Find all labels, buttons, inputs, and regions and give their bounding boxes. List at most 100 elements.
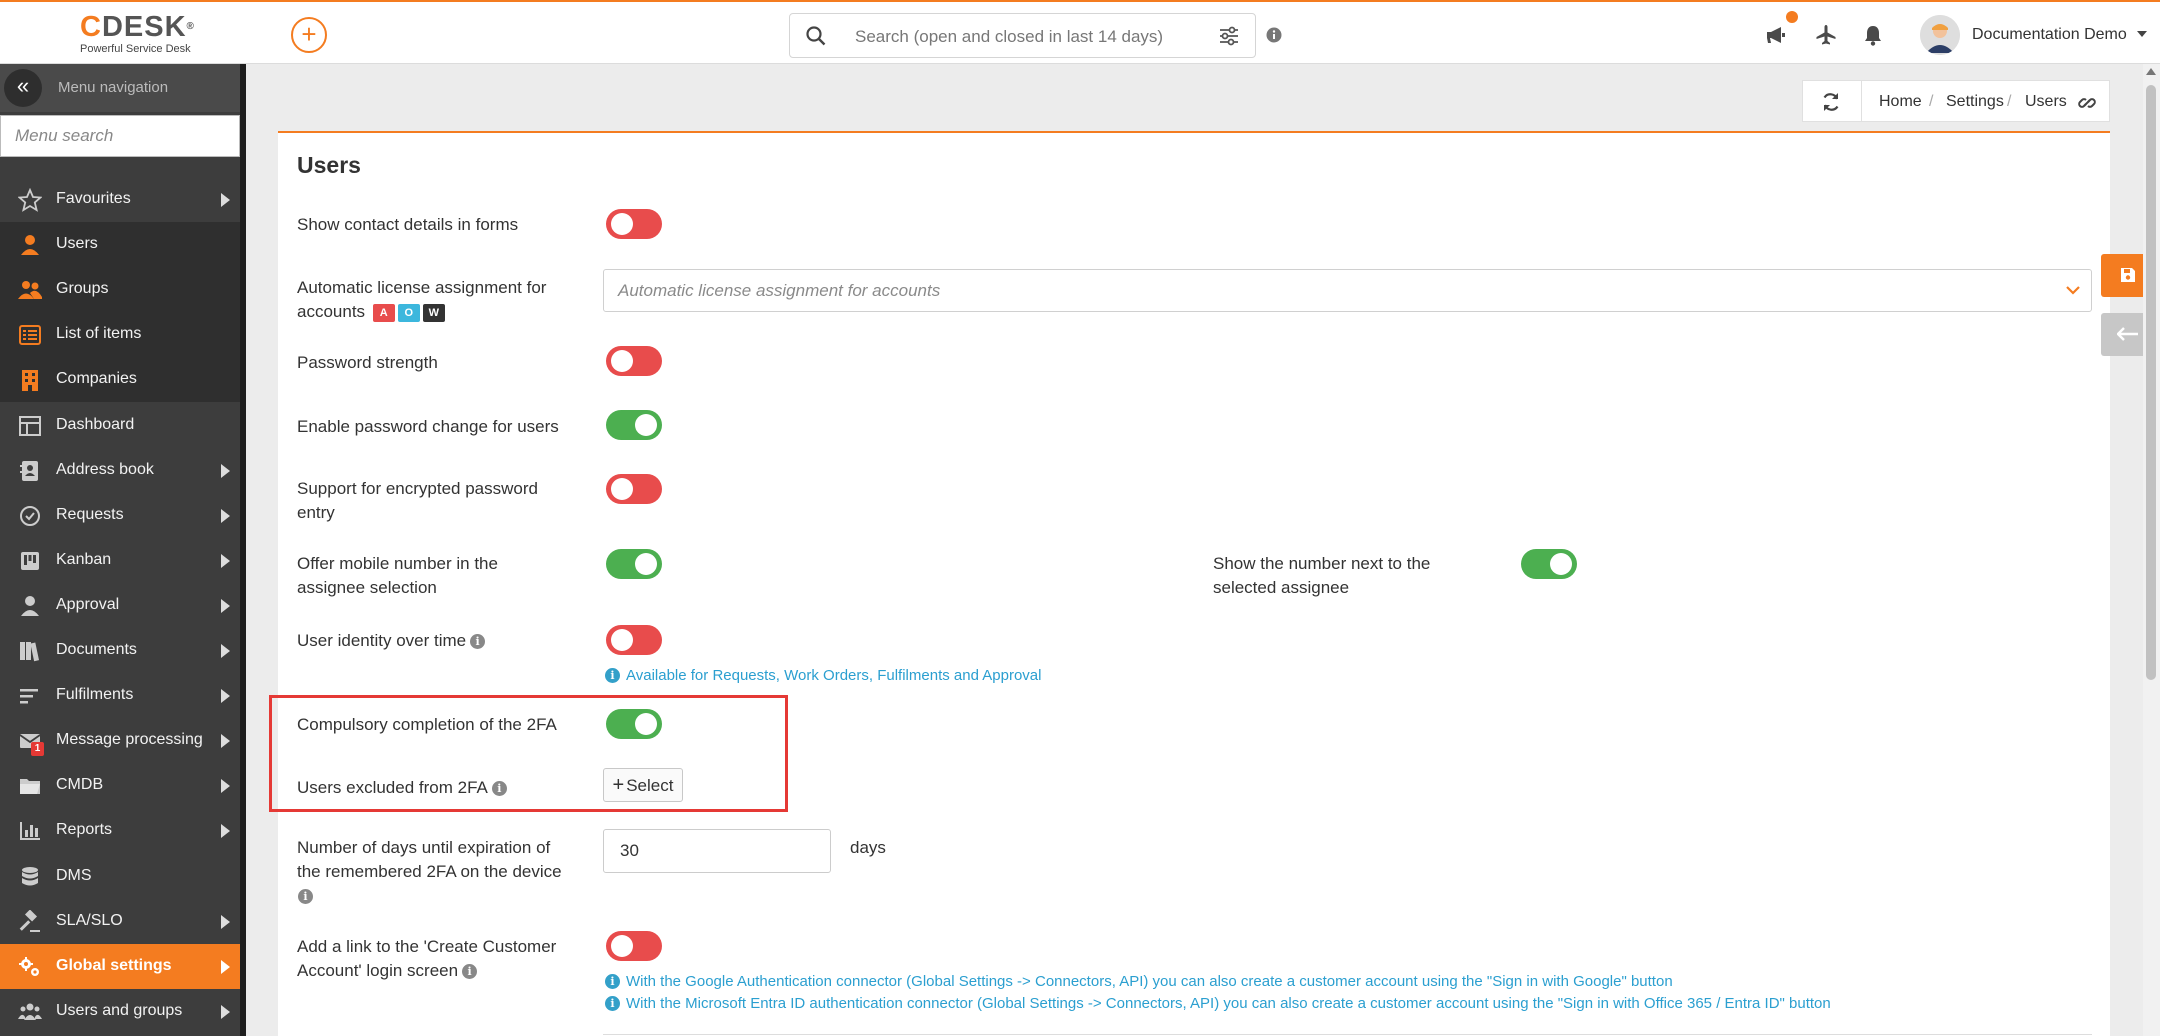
sidebar-item-users[interactable]: Users: [0, 222, 240, 267]
top-bar: CDESK® Powerful Service Desk + Search (o…: [0, 0, 2160, 64]
toggle-knob: [1550, 553, 1572, 575]
sidebar-item-label: List of items: [56, 325, 142, 342]
sidebar-item-kanban[interactable]: Kanban: [0, 538, 240, 583]
sidebar-item-label: Companies: [56, 370, 137, 387]
sidebar-item-label: Global settings: [56, 957, 172, 974]
sidebar-item-list-of-items[interactable]: List of items: [0, 312, 240, 357]
auto-license-label: Automatic license assignment for account…: [297, 276, 577, 324]
sidebar-item-requests[interactable]: Requests: [0, 493, 240, 538]
menu-navigation-label: Menu navigation: [58, 79, 169, 96]
sidebar-item-label: Groups: [56, 280, 109, 297]
auto-license-label-text: Automatic license assignment for account…: [297, 278, 547, 321]
filter-sliders-icon[interactable]: [1219, 26, 1239, 46]
show-contact-toggle[interactable]: [606, 209, 662, 239]
show-number-label: Show the number next to the selected ass…: [1213, 554, 1431, 597]
expiration-days-label-text: Number of days until expiration of the r…: [297, 838, 562, 881]
2fa-highlight-box: [269, 695, 788, 812]
user-menu[interactable]: Documentation Demo: [1972, 26, 2148, 44]
cdesk-logo[interactable]: CDESK® Powerful Service Desk: [80, 12, 195, 55]
kanban-icon: [21, 552, 39, 570]
submenu-arrow-icon: [221, 193, 230, 207]
sidebar-item-favourites[interactable]: Favourites: [0, 177, 240, 222]
sidebar-item-companies[interactable]: Companies: [0, 357, 240, 402]
group-icon: [18, 281, 42, 299]
info-icon[interactable]: i: [462, 964, 478, 979]
sidebar-item-reports[interactable]: Reports: [0, 808, 240, 853]
gavel-icon: [19, 910, 40, 932]
sidebar-item-dashboard[interactable]: Dashboard: [0, 403, 240, 448]
user-identity-toggle[interactable]: [606, 625, 662, 655]
scrollbar-thumb[interactable]: [2146, 85, 2156, 680]
list-icon: [19, 325, 41, 345]
sidebar-item-sla-slo[interactable]: SLA/SLO: [0, 899, 240, 944]
sidebar-item-label: Message processing: [56, 731, 203, 748]
sidebar-item-dms[interactable]: DMS: [0, 854, 240, 899]
collapse-menu-button[interactable]: «: [4, 69, 42, 107]
submenu-arrow-icon: [221, 915, 230, 929]
search-info-icon[interactable]: [1266, 27, 1282, 43]
password-change-label: Enable password change for users: [297, 417, 559, 436]
sidebar-item-address-book[interactable]: Address book: [0, 448, 240, 493]
avatar[interactable]: [1920, 15, 1960, 55]
link-icon[interactable]: [2078, 94, 2096, 112]
breadcrumb-separator: /: [2007, 93, 2012, 110]
refresh-icon[interactable]: [1821, 92, 1841, 112]
days-unit-label: days: [850, 838, 886, 857]
submenu-arrow-icon: [221, 1005, 230, 1019]
sidebar-item-cmdb[interactable]: CMDB: [0, 763, 240, 808]
submenu-arrow-icon: [221, 960, 230, 974]
toggle-knob: [611, 213, 633, 235]
mobile-number-toggle[interactable]: [606, 549, 662, 579]
password-strength-toggle[interactable]: [606, 346, 662, 376]
password-change-toggle[interactable]: [606, 410, 662, 440]
sidebar-item-groups[interactable]: Groups: [0, 267, 240, 312]
airplane-icon[interactable]: [1815, 24, 1837, 46]
page-title: Users: [297, 152, 361, 178]
users-icon: [18, 1003, 42, 1020]
submenu-arrow-icon: [221, 689, 230, 703]
customer-account-link-label: Add a link to the 'Create Customer Accou…: [297, 935, 577, 983]
info-icon[interactable]: i: [470, 634, 486, 649]
customer-account-link-toggle[interactable]: [606, 931, 662, 961]
customer-account-link-label-text: Add a link to the 'Create Customer Accou…: [297, 937, 557, 980]
sidebar-item-documents[interactable]: Documents: [0, 628, 240, 673]
encrypted-password-toggle[interactable]: [606, 474, 662, 504]
submenu-arrow-icon: [221, 509, 230, 523]
info-icon: i: [605, 996, 620, 1011]
menu-search-input[interactable]: Menu search: [0, 115, 240, 157]
user-avatar-icon: [1920, 15, 1960, 55]
breadcrumb-settings[interactable]: Settings: [1946, 93, 2004, 111]
submenu-arrow-icon: [221, 644, 230, 658]
sidebar-item-label: CMDB: [56, 776, 104, 793]
sidebar-item-label: Requests: [56, 506, 124, 523]
scroll-up-arrow-icon[interactable]: [2146, 68, 2156, 75]
sidebar-item-label: Dashboard: [56, 416, 135, 433]
user-name-label: Documentation Demo: [1972, 26, 2127, 43]
sidebar-item-global-settings[interactable]: Global settings: [0, 944, 240, 989]
password-strength-label: Password strength: [297, 353, 438, 372]
mobile-number-label: Offer mobile number in the assignee sele…: [297, 554, 498, 597]
auto-license-select[interactable]: Automatic license assignment for account…: [603, 269, 2092, 312]
show-number-toggle[interactable]: [1521, 549, 1577, 579]
auto-license-placeholder: Automatic license assignment for account…: [618, 281, 941, 300]
sidebar-item-users-and-groups[interactable]: Users and groups: [0, 989, 240, 1034]
sidebar-item-label: DMS: [56, 867, 92, 884]
sidebar-item-fulfilments[interactable]: Fulfilments: [0, 673, 240, 718]
chart-icon: [20, 822, 40, 840]
info-icon[interactable]: i: [298, 889, 313, 904]
bell-icon[interactable]: [1863, 24, 1883, 46]
global-search[interactable]: Search (open and closed in last 14 days): [789, 13, 1256, 58]
submenu-arrow-icon: [221, 734, 230, 748]
sidebar-item-message-processing[interactable]: 1 Message processing: [0, 718, 240, 763]
submenu-arrow-icon: [221, 779, 230, 793]
message-count-badge: 1: [31, 742, 44, 756]
megaphone-icon[interactable]: [1765, 24, 1787, 46]
logo-subtitle: Powerful Service Desk: [80, 43, 191, 55]
building-icon: [22, 370, 38, 391]
add-new-button[interactable]: +: [291, 17, 327, 53]
expiration-days-input[interactable]: 30: [603, 829, 831, 873]
sidebar-item-approval[interactable]: Approval: [0, 583, 240, 628]
breadcrumb-home[interactable]: Home: [1879, 93, 1922, 111]
sidebar: « Menu navigation Menu search Favourites…: [0, 64, 240, 1036]
search-input[interactable]: Search (open and closed in last 14 days): [855, 27, 1163, 47]
